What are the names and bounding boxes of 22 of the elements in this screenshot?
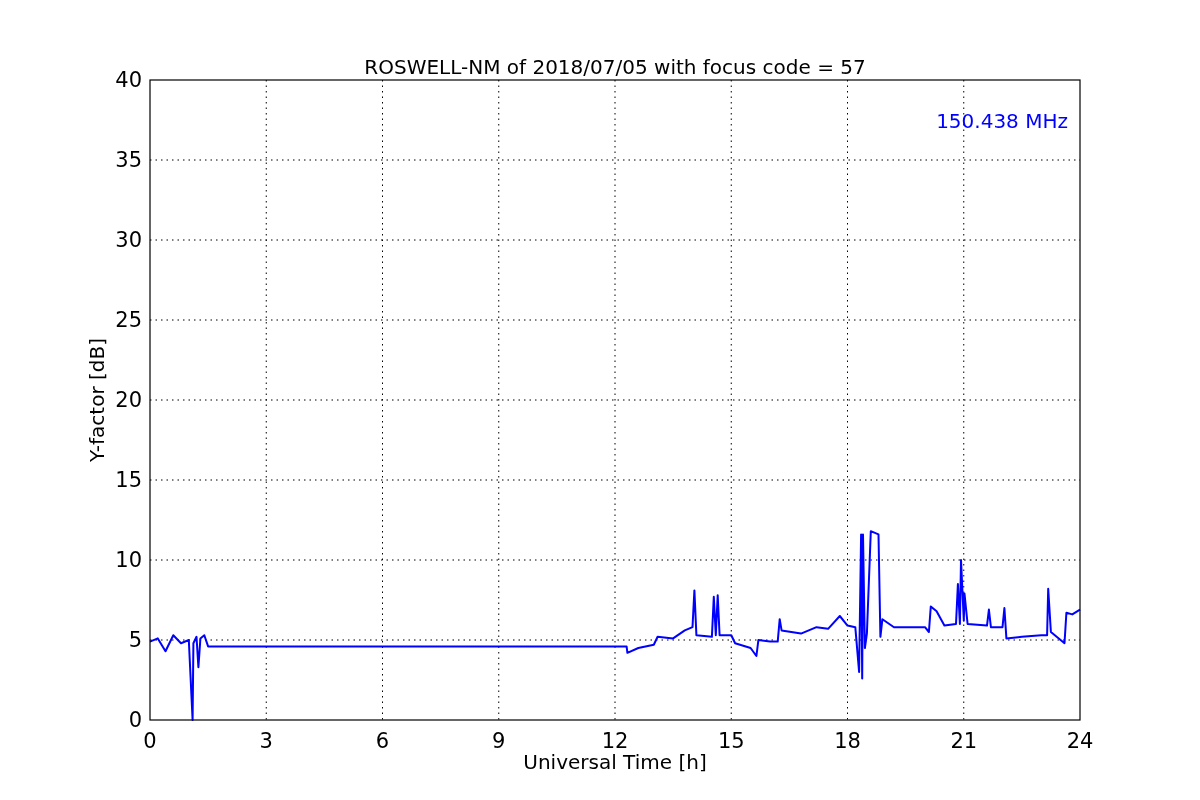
x-tick-label: 18	[834, 729, 861, 753]
x-tick-label: 0	[143, 729, 157, 753]
x-tick-label: 21	[950, 729, 978, 753]
x-tick-label: 3	[259, 729, 273, 753]
chart-title: ROSWELL-NM of 2018/07/05 with focus code = 57	[364, 55, 866, 79]
series-label: 150.438 MHz	[936, 109, 1068, 133]
y-axis-label: Y-factor [dB]	[85, 338, 109, 462]
y-tick-label: 20	[115, 388, 142, 412]
y-tick-label: 5	[128, 628, 142, 652]
x-tick-label: 9	[492, 729, 506, 753]
x-tick-label: 6	[375, 729, 390, 753]
y-tick-label: 40	[115, 68, 142, 92]
x-axis-label: Universal Time [h]	[523, 750, 707, 774]
x-tick-label: 12	[601, 729, 629, 753]
x-tick-label: 24	[1066, 729, 1094, 753]
y-tick-label: 30	[115, 228, 142, 252]
y-tick-label: 0	[128, 708, 142, 732]
x-tick-label: 15	[717, 729, 745, 753]
y-tick-label: 10	[115, 548, 142, 572]
y-tick-label: 35	[115, 148, 142, 172]
y-tick-label: 25	[115, 308, 142, 332]
y-tick-label: 15	[115, 468, 142, 492]
